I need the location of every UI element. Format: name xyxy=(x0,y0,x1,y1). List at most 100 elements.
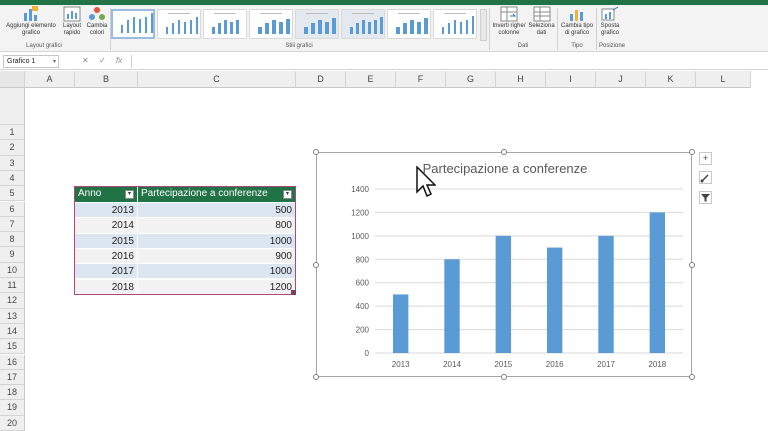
y-tick-label: 1200 xyxy=(351,208,369,217)
group-label-layout: Layout grafici xyxy=(26,43,62,49)
column-header[interactable]: A xyxy=(25,71,75,88)
table-header-cell[interactable]: Anno ▾ xyxy=(75,186,138,202)
confirm-icon[interactable]: ✓ xyxy=(99,56,106,65)
column-header[interactable]: D xyxy=(296,71,346,88)
row-header[interactable]: 6 xyxy=(0,201,25,217)
quick-layout-button[interactable]: Layout rapido xyxy=(60,6,84,37)
table-cell[interactable]: 1000 xyxy=(138,263,295,279)
change-colors-label: Cambia colori xyxy=(86,23,108,36)
table-cell[interactable]: 2016 xyxy=(75,247,138,264)
add-chart-element-icon xyxy=(24,6,38,21)
chart-resize-handle[interactable] xyxy=(313,261,319,268)
chevron-down-icon[interactable]: ▾ xyxy=(53,58,56,65)
x-tick-label: 2015 xyxy=(494,360,512,369)
move-chart-button[interactable]: Sposta grafico xyxy=(597,6,623,37)
brush-icon xyxy=(700,174,709,183)
row-header[interactable]: 5 xyxy=(0,186,25,202)
chart-resize-handle[interactable] xyxy=(689,149,695,155)
table-cell[interactable]: 1200 xyxy=(138,278,295,294)
chart-style-6[interactable] xyxy=(341,9,385,39)
row-header[interactable]: 13 xyxy=(0,308,25,324)
row-header[interactable]: 8 xyxy=(0,232,25,248)
chart-resize-handle[interactable] xyxy=(689,261,695,268)
chart-filters-funnel-icon[interactable] xyxy=(699,191,712,204)
row-header[interactable]: 9 xyxy=(0,247,25,263)
chart-resize-handle[interactable] xyxy=(501,374,507,380)
filter-dropdown-icon[interactable]: ▾ xyxy=(125,190,134,199)
chart-style-2[interactable] xyxy=(157,9,201,39)
x-tick-label: 2018 xyxy=(648,360,666,369)
column-header[interactable]: H xyxy=(496,71,546,88)
chart-style-7[interactable] xyxy=(387,9,431,39)
table-cell[interactable]: 2017 xyxy=(75,263,138,279)
column-header[interactable]: F xyxy=(396,71,446,88)
row-header[interactable]: 2 xyxy=(0,140,25,156)
table-cell[interactable]: 1000 xyxy=(138,232,295,248)
chart-resize-handle[interactable] xyxy=(313,149,319,155)
chart-object[interactable]: Partecipazione a conferenze 0 200 400 600 800… xyxy=(316,152,692,377)
table-header-label: Partecipazione a conferenze xyxy=(141,188,268,199)
select-all-corner[interactable] xyxy=(0,71,25,88)
chart-style-1[interactable] xyxy=(111,9,155,39)
table-cell[interactable]: 2014 xyxy=(75,217,138,233)
bar-2016 xyxy=(546,247,563,353)
row-header[interactable]: 14 xyxy=(0,323,25,340)
column-header[interactable]: K xyxy=(646,71,696,88)
row-header[interactable]: 10 xyxy=(0,262,25,278)
chart-style-8[interactable] xyxy=(433,9,477,39)
bar-2015 xyxy=(495,235,512,353)
row-header[interactable]: 18 xyxy=(0,385,25,401)
column-header[interactable]: B xyxy=(75,71,138,88)
column-header[interactable]: E xyxy=(346,71,396,88)
table-cell[interactable]: 900 xyxy=(138,247,295,264)
column-chart: Partecipazione a conferenze 0 200 400 600 800… xyxy=(351,161,683,369)
column-header[interactable]: J xyxy=(596,71,646,88)
table-resize-handle[interactable] xyxy=(291,290,296,295)
row-header[interactable]: 11 xyxy=(0,278,25,294)
row-header[interactable]: 7 xyxy=(0,216,25,233)
chart-elements-plus-icon[interactable]: + xyxy=(699,152,712,165)
funnel-icon xyxy=(701,194,710,202)
column-header[interactable]: C xyxy=(138,71,296,88)
name-box[interactable]: Grafico 1 ▾ xyxy=(3,55,59,68)
switch-row-column-button[interactable]: Inverti righe/ colonne xyxy=(491,6,527,37)
chart-style-3[interactable] xyxy=(203,9,247,39)
chart-resize-handle[interactable] xyxy=(501,149,507,155)
row-header[interactable]: 15 xyxy=(0,339,25,355)
y-tick-label: 0 xyxy=(365,349,370,358)
quick-layout-icon xyxy=(63,6,81,22)
change-colors-button[interactable]: Cambia colori xyxy=(85,6,109,37)
mouse-pointer-icon xyxy=(416,166,436,198)
chart-resize-handle[interactable] xyxy=(313,374,319,380)
add-chart-element-button[interactable]: Aggiungi elemento grafico xyxy=(3,6,59,37)
row-header[interactable]: 19 xyxy=(0,400,25,416)
table-cell[interactable]: 2013 xyxy=(75,202,138,218)
row-header[interactable]: 20 xyxy=(0,415,25,431)
row-header[interactable]: 4 xyxy=(0,170,25,187)
chart-style-4[interactable] xyxy=(249,9,293,39)
table-cell[interactable]: 2018 xyxy=(75,278,138,294)
formula-input[interactable] xyxy=(131,55,763,68)
filter-dropdown-icon[interactable]: ▾ xyxy=(283,190,292,199)
gallery-scroll-button[interactable] xyxy=(480,9,487,41)
chart-resize-handle[interactable] xyxy=(689,374,695,380)
column-header[interactable]: I xyxy=(546,71,596,88)
table-cell[interactable]: 800 xyxy=(138,217,295,233)
chart-style-5[interactable] xyxy=(295,9,339,39)
table-header-cell[interactable]: Partecipazione a conferenze ▾ xyxy=(138,186,295,202)
insert-function-icon[interactable]: fx xyxy=(116,56,122,65)
row-header[interactable]: 17 xyxy=(0,369,25,386)
switch-row-column-label: Inverti righe/ colonne xyxy=(492,23,526,36)
table-cell[interactable]: 500 xyxy=(138,202,295,218)
row-header[interactable]: 12 xyxy=(0,293,25,309)
change-chart-type-button[interactable]: Cambia tipo di grafico xyxy=(559,6,595,37)
table-cell[interactable]: 2015 xyxy=(75,232,138,248)
select-data-button[interactable]: Seleziona dati xyxy=(528,6,555,37)
column-header[interactable]: G xyxy=(446,71,496,88)
chart-styles-brush-icon[interactable] xyxy=(699,171,712,184)
cancel-icon[interactable]: ✕ xyxy=(82,56,89,65)
row-header[interactable]: 16 xyxy=(0,354,25,370)
row-header[interactable]: 1 xyxy=(0,125,25,141)
column-header[interactable]: L xyxy=(696,71,751,88)
row-header[interactable]: 3 xyxy=(0,155,25,171)
